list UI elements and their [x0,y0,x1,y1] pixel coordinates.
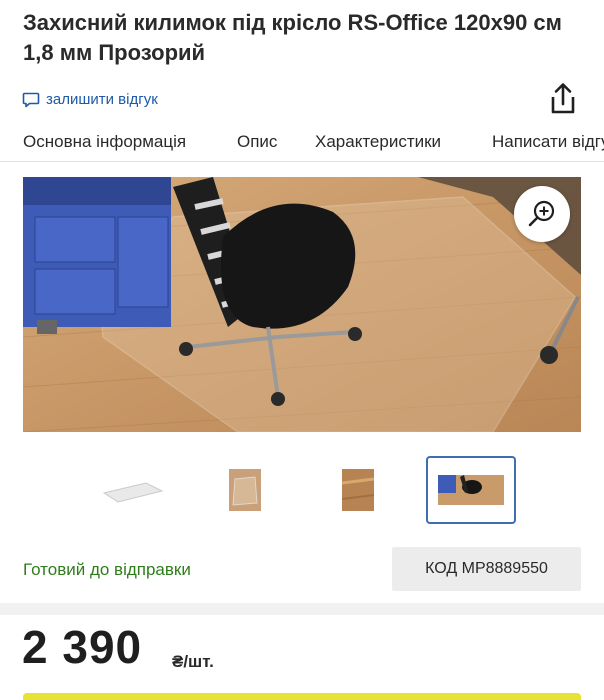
thumbnail-mat-floor[interactable] [200,456,290,524]
price-value: 2 390 [22,621,143,673]
tab-write-review[interactable]: Написати відгук [492,132,604,152]
tab-description[interactable]: Опис [237,132,277,152]
thumbnail-image [229,469,261,511]
tab-characteristics[interactable]: Характеристики [315,132,441,152]
buy-button[interactable] [23,693,581,700]
thumbnail-image [102,482,164,503]
price-unit: ₴/шт. [172,652,214,671]
zoom-button[interactable] [514,186,570,242]
product-main-image[interactable] [23,177,581,432]
share-button[interactable] [548,82,578,116]
product-code: КОД MP8889550 [392,547,581,591]
thumbnail-image [438,475,504,505]
speech-bubble-icon [22,92,40,108]
thumbnail-strip [0,456,604,524]
product-title: Захисний килимок під крісло RS-Office 12… [23,10,562,65]
product-photo [23,177,581,432]
leave-review-link[interactable]: залишити відгук [22,88,158,110]
share-icon [551,83,575,114]
thumbnail-mat[interactable] [88,456,178,524]
thumbnail-mat-closeup[interactable] [313,456,403,524]
thumbnail-image [342,469,374,511]
availability-status: Готовий до відправки [23,560,191,579]
tab-main-info[interactable]: Основна інформація [23,132,186,152]
leave-review-label[interactable]: залишити відгук [46,91,158,108]
zoom-in-icon [528,200,555,227]
thumbnail-mat-chair[interactable] [426,456,516,524]
section-divider [0,603,604,615]
product-tabs: Основна інформація Опис Характеристики Н… [0,124,604,162]
